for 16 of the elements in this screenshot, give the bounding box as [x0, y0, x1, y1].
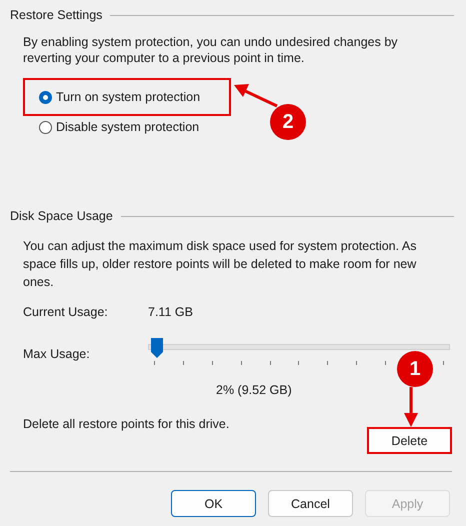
step-number-badge: 1 — [397, 351, 433, 387]
dialog-button[interactable]: Cancel — [268, 490, 353, 517]
dialog-button[interactable]: OK — [171, 490, 256, 517]
radio-option[interactable]: Turn on system protection — [23, 78, 231, 116]
description-text: By enabling system protection, you can undo undesired changes by reverting your computer to a previous point in time. — [23, 34, 399, 66]
group-title: Restore Settings — [10, 8, 102, 22]
group-title: Disk Space Usage — [10, 209, 113, 223]
radio-option[interactable]: Disable system protection — [23, 116, 231, 138]
description-text: You can adjust the maximum disk space used for system protection. As space fills up, older restore points will be deleted to make room for new ones. — [23, 238, 418, 291]
step-number-badge: 2 — [270, 104, 306, 140]
current-usage-label: Current Usage: — [23, 305, 109, 319]
max-usage-reading: 2% (9.52 GB) — [216, 383, 292, 397]
delete-button[interactable]: Delete — [367, 427, 452, 454]
max-usage-label: Max Usage: — [23, 347, 91, 361]
current-usage-value: 7.11 GB — [148, 305, 193, 319]
delete-text: Delete all restore points for this drive. — [23, 417, 230, 431]
